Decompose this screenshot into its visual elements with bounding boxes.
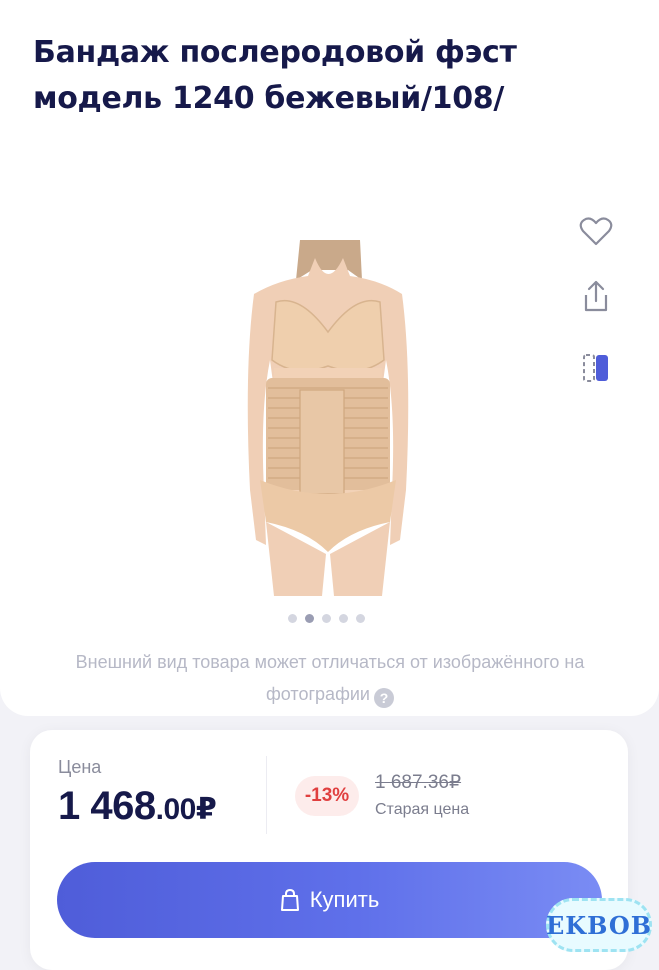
gallery-dot[interactable]: [322, 614, 331, 623]
old-price: 1 687.36₽: [375, 772, 462, 793]
shopping-bag-icon: [280, 888, 299, 911]
product-title: Бандаж послеродовой фэст модель 1240 беж…: [33, 35, 517, 116]
image-disclaimer: Внешний вид товара может отличаться от и…: [40, 646, 620, 710]
gallery-pagination: [288, 614, 365, 623]
price-divider: [266, 756, 267, 834]
price-label: Цена: [58, 757, 102, 777]
watermark-text: EKBOB: [545, 910, 653, 940]
buy-button[interactable]: Купить: [57, 862, 602, 938]
gallery-dot[interactable]: [288, 614, 297, 623]
gallery-dot[interactable]: [356, 614, 365, 623]
favorite-button[interactable]: [574, 210, 618, 254]
price-integer: 1 468: [58, 784, 156, 828]
help-icon[interactable]: ?: [373, 688, 394, 708]
bandage-flap: [299, 389, 345, 495]
watermark-badge: EKBOB: [546, 898, 652, 952]
share-icon: [584, 280, 608, 312]
share-button[interactable]: [574, 274, 618, 318]
gallery-dot[interactable]: [339, 614, 348, 623]
discount-badge: -13%: [295, 776, 359, 816]
current-price: 1 468.00₽: [58, 784, 217, 829]
compare-button[interactable]: [574, 346, 618, 390]
disclaimer-text: Внешний вид товара может отличаться от и…: [75, 652, 585, 704]
compare-icon: [583, 354, 608, 382]
price-cents: .00: [155, 793, 197, 826]
heart-icon: [579, 217, 613, 246]
product-image[interactable]: [230, 240, 426, 596]
old-price-label: Старая цена: [375, 801, 470, 818]
price-currency: ₽: [195, 793, 217, 826]
buy-button-label: Купить: [309, 887, 380, 912]
gallery-dot-active[interactable]: [305, 614, 314, 623]
